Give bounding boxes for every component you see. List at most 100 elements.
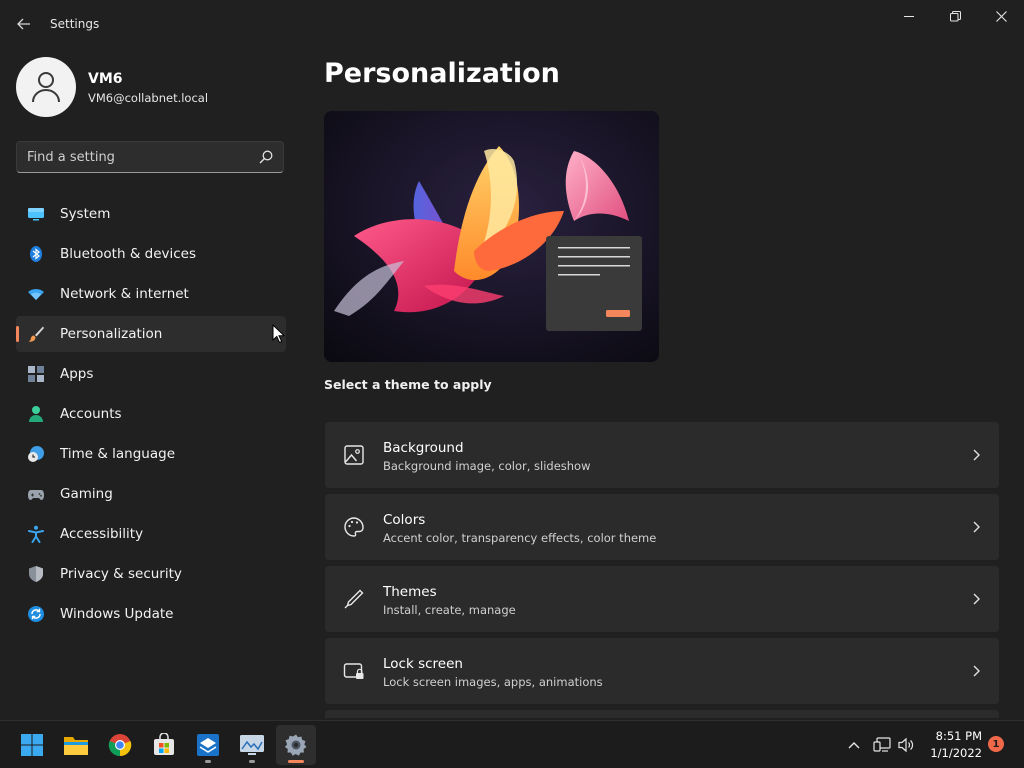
sidebar-item-label: Privacy & security [60, 566, 182, 582]
tray-overflow-button[interactable] [844, 733, 864, 757]
taskbar-monitor-app[interactable] [232, 725, 272, 765]
search-box [16, 141, 284, 173]
sidebar-item-label: Accessibility [60, 526, 144, 542]
chevron-right-icon [973, 449, 980, 461]
brush-icon [28, 326, 44, 342]
chevron-right-icon [973, 593, 980, 605]
app-icon [197, 734, 219, 756]
settings-icon [284, 734, 307, 756]
bluetooth-icon [30, 246, 42, 262]
sidebar-item-label: Network & internet [60, 286, 189, 302]
search-input[interactable] [17, 142, 247, 172]
card-colors[interactable]: Colors Accent color, transparency effect… [325, 494, 999, 560]
wallpaper-bloom-image [324, 111, 659, 362]
sidebar-item-privacy-security[interactable]: Privacy & security [16, 556, 286, 592]
sidebar-item-label: Windows Update [60, 606, 174, 622]
sidebar-item-bluetooth[interactable]: Bluetooth & devices [16, 236, 286, 272]
chevron-up-icon [848, 742, 860, 749]
monitor-icon [28, 208, 44, 221]
sidebar-item-label: Accounts [60, 406, 122, 422]
running-indicator [249, 760, 255, 763]
back-arrow-icon [17, 18, 30, 30]
card-title: Background [383, 440, 464, 456]
speaker-icon [898, 737, 914, 753]
chevron-right-icon [973, 665, 980, 677]
monitor-app-icon [240, 735, 264, 755]
running-indicator [205, 760, 211, 763]
user-email: VM6@collabnet.local [88, 91, 209, 105]
sidebar-item-label: Gaming [60, 486, 113, 502]
person-outline-icon [32, 72, 60, 103]
accessibility-icon [28, 525, 44, 543]
start-button[interactable] [12, 725, 52, 765]
theme-caption: Select a theme to apply [324, 377, 492, 392]
settings-cards: Background Background image, color, slid… [325, 422, 999, 718]
wifi-icon [28, 289, 44, 300]
card-background[interactable]: Background Background image, color, slid… [325, 422, 999, 488]
page-title: Personalization [324, 58, 560, 89]
chevron-right-icon [973, 521, 980, 533]
theme-preview [324, 111, 659, 362]
sidebar-item-time-language[interactable]: Time & language [16, 436, 286, 472]
clock-globe-icon [28, 446, 44, 462]
sidebar-item-accessibility[interactable]: Accessibility [16, 516, 286, 552]
sidebar-item-personalization[interactable]: Personalization [16, 316, 286, 352]
person-icon [29, 406, 43, 422]
taskbar-app[interactable] [188, 725, 228, 765]
tray-network[interactable] [872, 733, 892, 757]
card-subtitle: Background image, color, slideshow [383, 459, 591, 473]
sidebar-item-apps[interactable]: Apps [16, 356, 286, 392]
restore-icon [949, 10, 961, 21]
taskbar-settings[interactable] [276, 725, 316, 765]
taskbar-file-explorer[interactable] [56, 725, 96, 765]
avatar[interactable] [16, 57, 76, 117]
card-subtitle: Install, create, manage [383, 603, 516, 617]
pen-icon [344, 589, 364, 609]
card-subtitle: Accent color, transparency effects, colo… [383, 531, 657, 545]
card-next-partial[interactable] [325, 710, 999, 718]
mouse-cursor-icon [272, 324, 286, 344]
sidebar-item-network[interactable]: Network & internet [16, 276, 286, 312]
card-lock-screen[interactable]: Lock screen Lock screen images, apps, an… [325, 638, 999, 704]
shield-icon [29, 566, 43, 582]
sidebar-item-gaming[interactable]: Gaming [16, 476, 286, 512]
sidebar-item-label: Bluetooth & devices [60, 246, 197, 262]
card-title: Lock screen [383, 656, 463, 672]
notification-badge[interactable]: 1 [988, 736, 1004, 752]
title-bar: Settings [0, 0, 1024, 48]
sidebar-item-windows-update[interactable]: Windows Update [16, 596, 286, 632]
palette-icon [344, 517, 364, 537]
card-themes[interactable]: Themes Install, create, manage [325, 566, 999, 632]
sidebar-item-label: Personalization [60, 326, 163, 342]
store-icon [154, 733, 174, 755]
chrome-icon [108, 734, 132, 757]
sidebar-item-label: Time & language [60, 446, 176, 462]
taskbar-store[interactable] [144, 725, 184, 765]
app-title: Settings [50, 17, 100, 31]
close-icon [995, 10, 1007, 22]
taskbar-chrome[interactable] [100, 725, 140, 765]
clock-date[interactable]: 1/1/2022 [930, 746, 982, 760]
clock-time[interactable]: 8:51 PM [930, 729, 982, 743]
card-subtitle: Lock screen images, apps, animations [383, 675, 603, 689]
image-icon [344, 445, 364, 465]
update-icon [28, 606, 44, 622]
network-monitor-icon [873, 737, 891, 752]
sidebar-item-system[interactable]: System [16, 196, 286, 232]
tray-volume[interactable] [896, 733, 916, 757]
minimize-icon [903, 15, 914, 17]
search-icon[interactable] [259, 150, 273, 164]
sidebar-item-accounts[interactable]: Accounts [16, 396, 286, 432]
sidebar-item-label: System [60, 206, 111, 222]
start-icon [21, 734, 43, 756]
gamepad-icon [28, 490, 44, 500]
file-explorer-icon [64, 737, 88, 755]
close-button[interactable] [978, 0, 1024, 32]
minimize-button[interactable] [886, 0, 932, 32]
back-button[interactable] [12, 10, 36, 38]
sidebar-item-label: Apps [60, 366, 94, 382]
maximize-button[interactable] [932, 0, 978, 32]
user-name: VM6 [88, 71, 123, 87]
apps-icon [28, 366, 44, 382]
lock-screen-icon [343, 663, 364, 679]
